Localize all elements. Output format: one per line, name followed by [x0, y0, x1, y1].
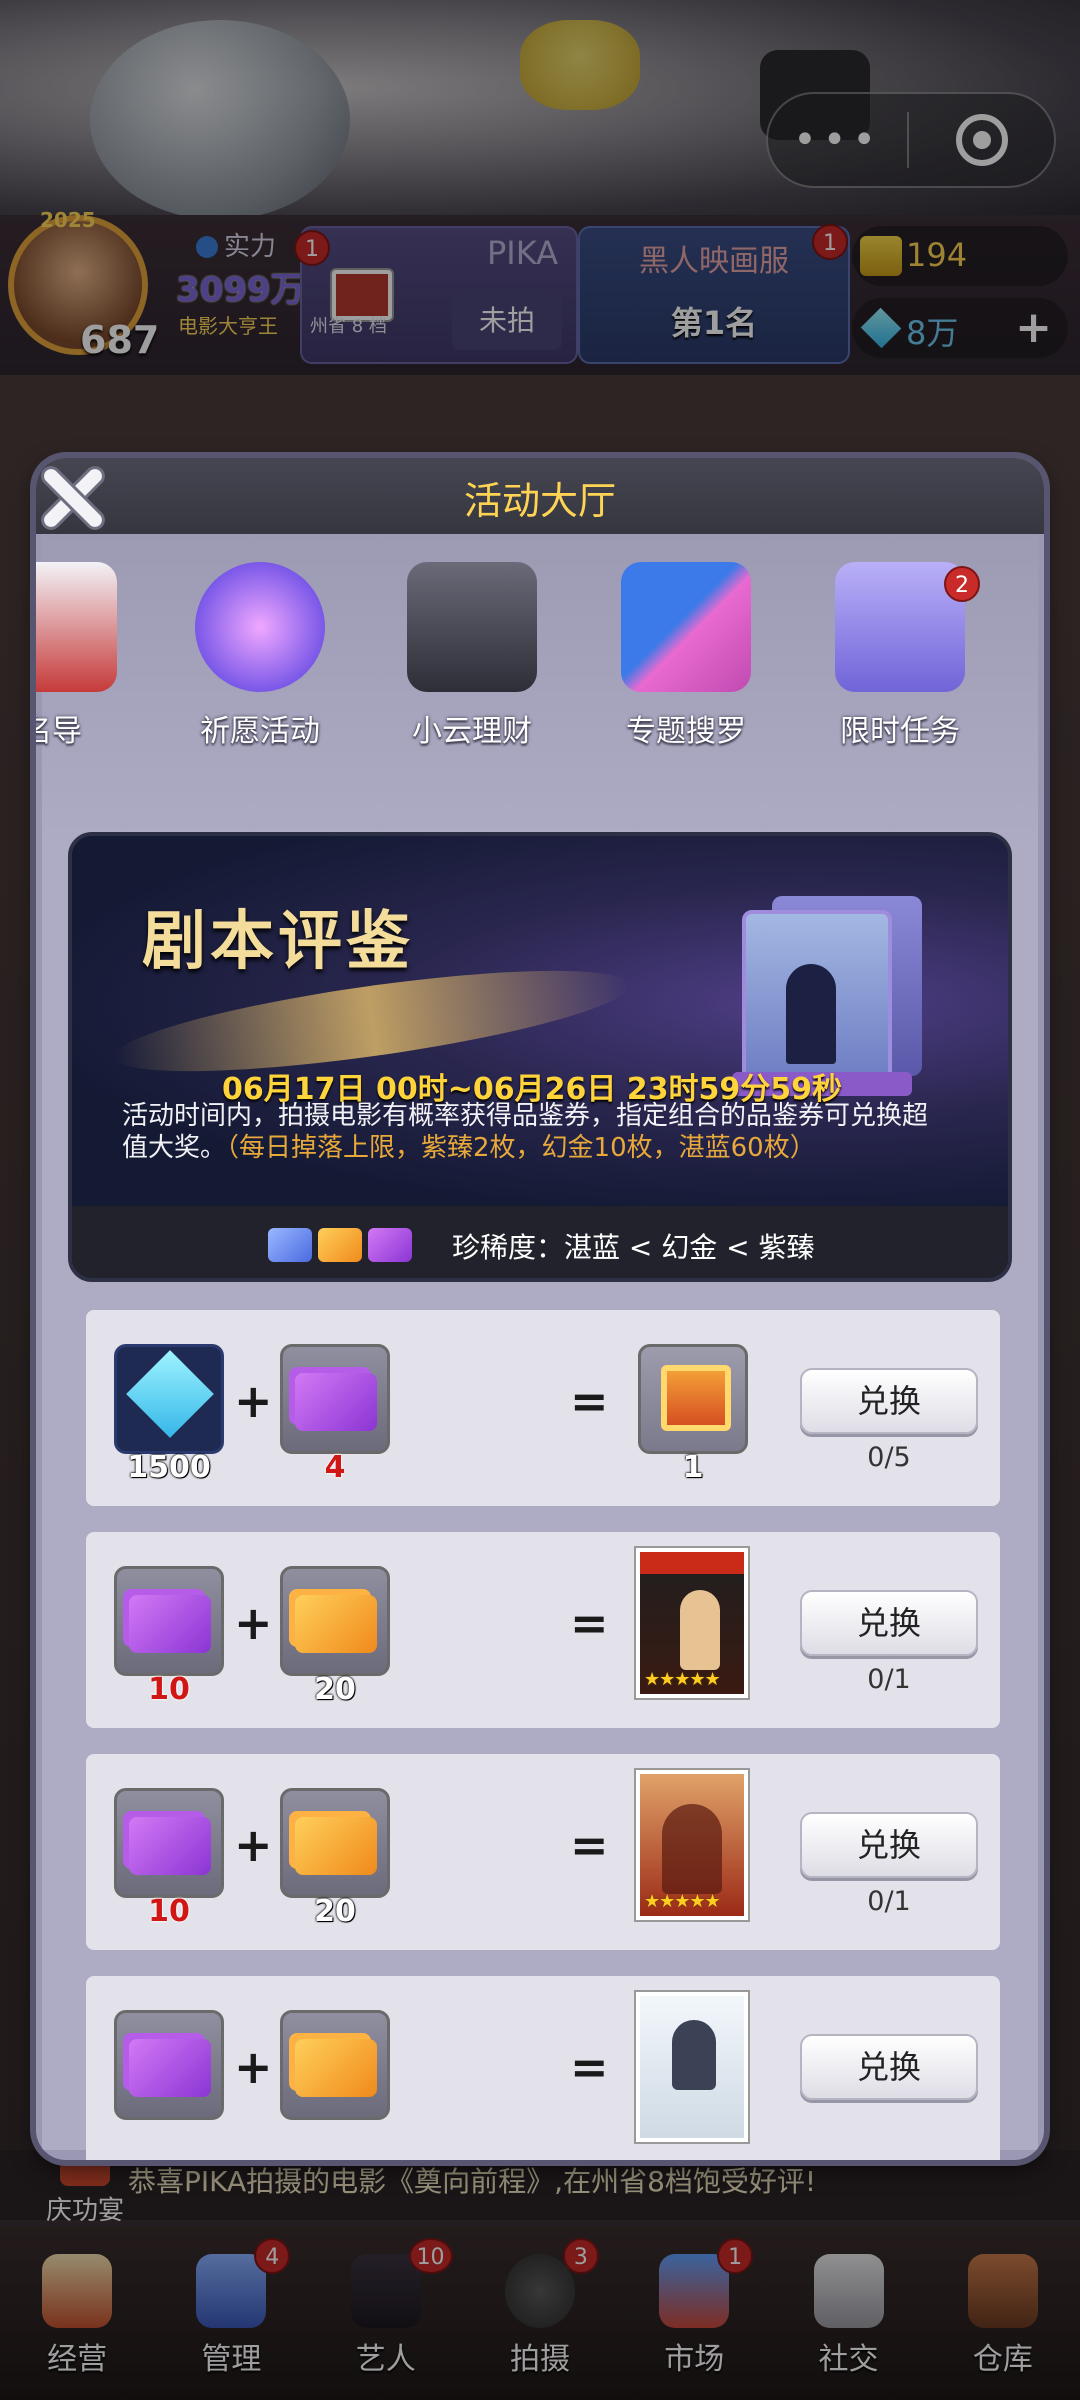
- input-qty: 10: [148, 1672, 190, 1707]
- gold-ticket-slot[interactable]: [280, 1566, 390, 1676]
- panel-header: 活动大厅: [36, 458, 1044, 534]
- script-review-banner: 剧本评鉴 06月17日 00时~06月26日 23时59分59秒 活动时间内，拍…: [68, 832, 1012, 1282]
- activity-collection[interactable]: 专题搜罗: [596, 562, 776, 750]
- plus-sign: +: [234, 1818, 273, 1872]
- film-poster-reward[interactable]: [636, 1992, 748, 2142]
- input-qty: 10: [148, 1894, 190, 1929]
- purple-ticket-slot[interactable]: [280, 1344, 390, 1454]
- exchange-button[interactable]: 兑换: [800, 1368, 978, 1434]
- gold-ticket-slot[interactable]: [280, 1788, 390, 1898]
- exchange-button[interactable]: 兑换: [800, 1812, 978, 1878]
- purple-ticket-slot[interactable]: [114, 1566, 224, 1676]
- director-icon: [36, 562, 117, 692]
- activity-timed-task[interactable]: 限时任务 2: [810, 562, 990, 750]
- books-icon: [621, 562, 751, 692]
- input-qty: 20: [314, 1894, 356, 1929]
- plus-sign: +: [234, 1596, 273, 1650]
- activity-icon-row[interactable]: 名导 祈愿活动 小云理财 专题搜罗 限时任务 2: [36, 562, 1038, 762]
- output-qty: 1: [682, 1450, 704, 1485]
- input-qty: 4: [324, 1450, 346, 1485]
- exchange-button[interactable]: 兑换: [800, 1590, 978, 1656]
- activity-label: 限时任务: [840, 714, 960, 749]
- plus-sign: +: [234, 1374, 273, 1428]
- activity-label: 名导: [36, 714, 82, 749]
- rarity-text: 珍稀度：湛蓝 < 幻金 < 紫臻: [452, 1231, 815, 1264]
- event-desc-highlight: （每日掉落上限，紫臻2枚，幻金10枚，湛蓝60枚）: [226, 1133, 816, 1163]
- gold-ticket-icon: [318, 1228, 362, 1262]
- ticket-icons: [268, 1228, 412, 1262]
- wish-star-icon: [195, 562, 325, 692]
- exchange-count: 0/5: [867, 1442, 911, 1473]
- panel-title: 活动大厅: [463, 479, 616, 523]
- film-poster-reward[interactable]: ★★★★★: [636, 1770, 748, 1920]
- close-panel-button[interactable]: [32, 458, 112, 538]
- film-poster-reward[interactable]: ★★★★★: [636, 1548, 748, 1698]
- event-description: 活动时间内，拍摄电影有概率获得品鉴券，指定组合的品鉴券可兑换超值大奖。（每日掉落…: [122, 1100, 952, 1164]
- equals-sign: =: [570, 1818, 609, 1872]
- activity-hall-panel: 活动大厅 名导 祈愿活动 小云理财 专题搜罗 限时任务 2 剧本评鉴 06月17…: [36, 458, 1044, 2160]
- equals-sign: =: [570, 1374, 609, 1428]
- purple-ticket-slot[interactable]: [114, 1788, 224, 1898]
- exchange-button[interactable]: 兑换: [800, 2034, 978, 2100]
- equals-sign: =: [570, 2040, 609, 2094]
- activity-director[interactable]: 名导: [36, 562, 142, 750]
- safe-icon: [407, 562, 537, 692]
- input-qty: 20: [314, 1672, 356, 1707]
- banner-title: 剧本评鉴: [142, 904, 414, 979]
- activity-wish[interactable]: 祈愿活动: [170, 562, 350, 750]
- activity-label: 专题搜罗: [626, 714, 746, 749]
- exchange-row: 10 + 20 = ★★★★★ 兑换 0/1: [86, 1754, 1000, 1950]
- gold-ticket-slot[interactable]: [280, 2010, 390, 2120]
- panel-body: 名导 祈愿活动 小云理财 专题搜罗 限时任务 2 剧本评鉴 06月17日 00时…: [36, 534, 1038, 2160]
- plus-sign: +: [234, 2040, 273, 2094]
- exchange-row: + = 兑换: [86, 1976, 1000, 2160]
- star-rating: ★★★★★: [644, 1669, 721, 1690]
- exchange-row: 10 + 20 = ★★★★★ 兑换 0/1: [86, 1532, 1000, 1728]
- activity-finance[interactable]: 小云理财: [382, 562, 562, 750]
- input-qty: 1500: [127, 1450, 211, 1485]
- equals-sign: =: [570, 1596, 609, 1650]
- activity-label: 小云理财: [412, 714, 532, 749]
- diamond-slot[interactable]: [114, 1344, 224, 1454]
- rarity-bar: 珍稀度：湛蓝 < 幻金 < 紫臻: [72, 1206, 1008, 1278]
- gift-box-slot[interactable]: [638, 1344, 748, 1454]
- activity-badge: 2: [944, 566, 980, 602]
- blue-ticket-icon: [268, 1228, 312, 1262]
- purple-ticket-icon: [368, 1228, 412, 1262]
- exchange-count: 0/1: [867, 1664, 911, 1695]
- activity-label: 祈愿活动: [200, 714, 320, 749]
- purple-ticket-slot[interactable]: [114, 2010, 224, 2120]
- exchange-row: 1500 + 4 = 1 兑换 0/5: [86, 1310, 1000, 1506]
- star-rating: ★★★★★: [644, 1891, 721, 1912]
- exchange-count: 0/1: [867, 1886, 911, 1917]
